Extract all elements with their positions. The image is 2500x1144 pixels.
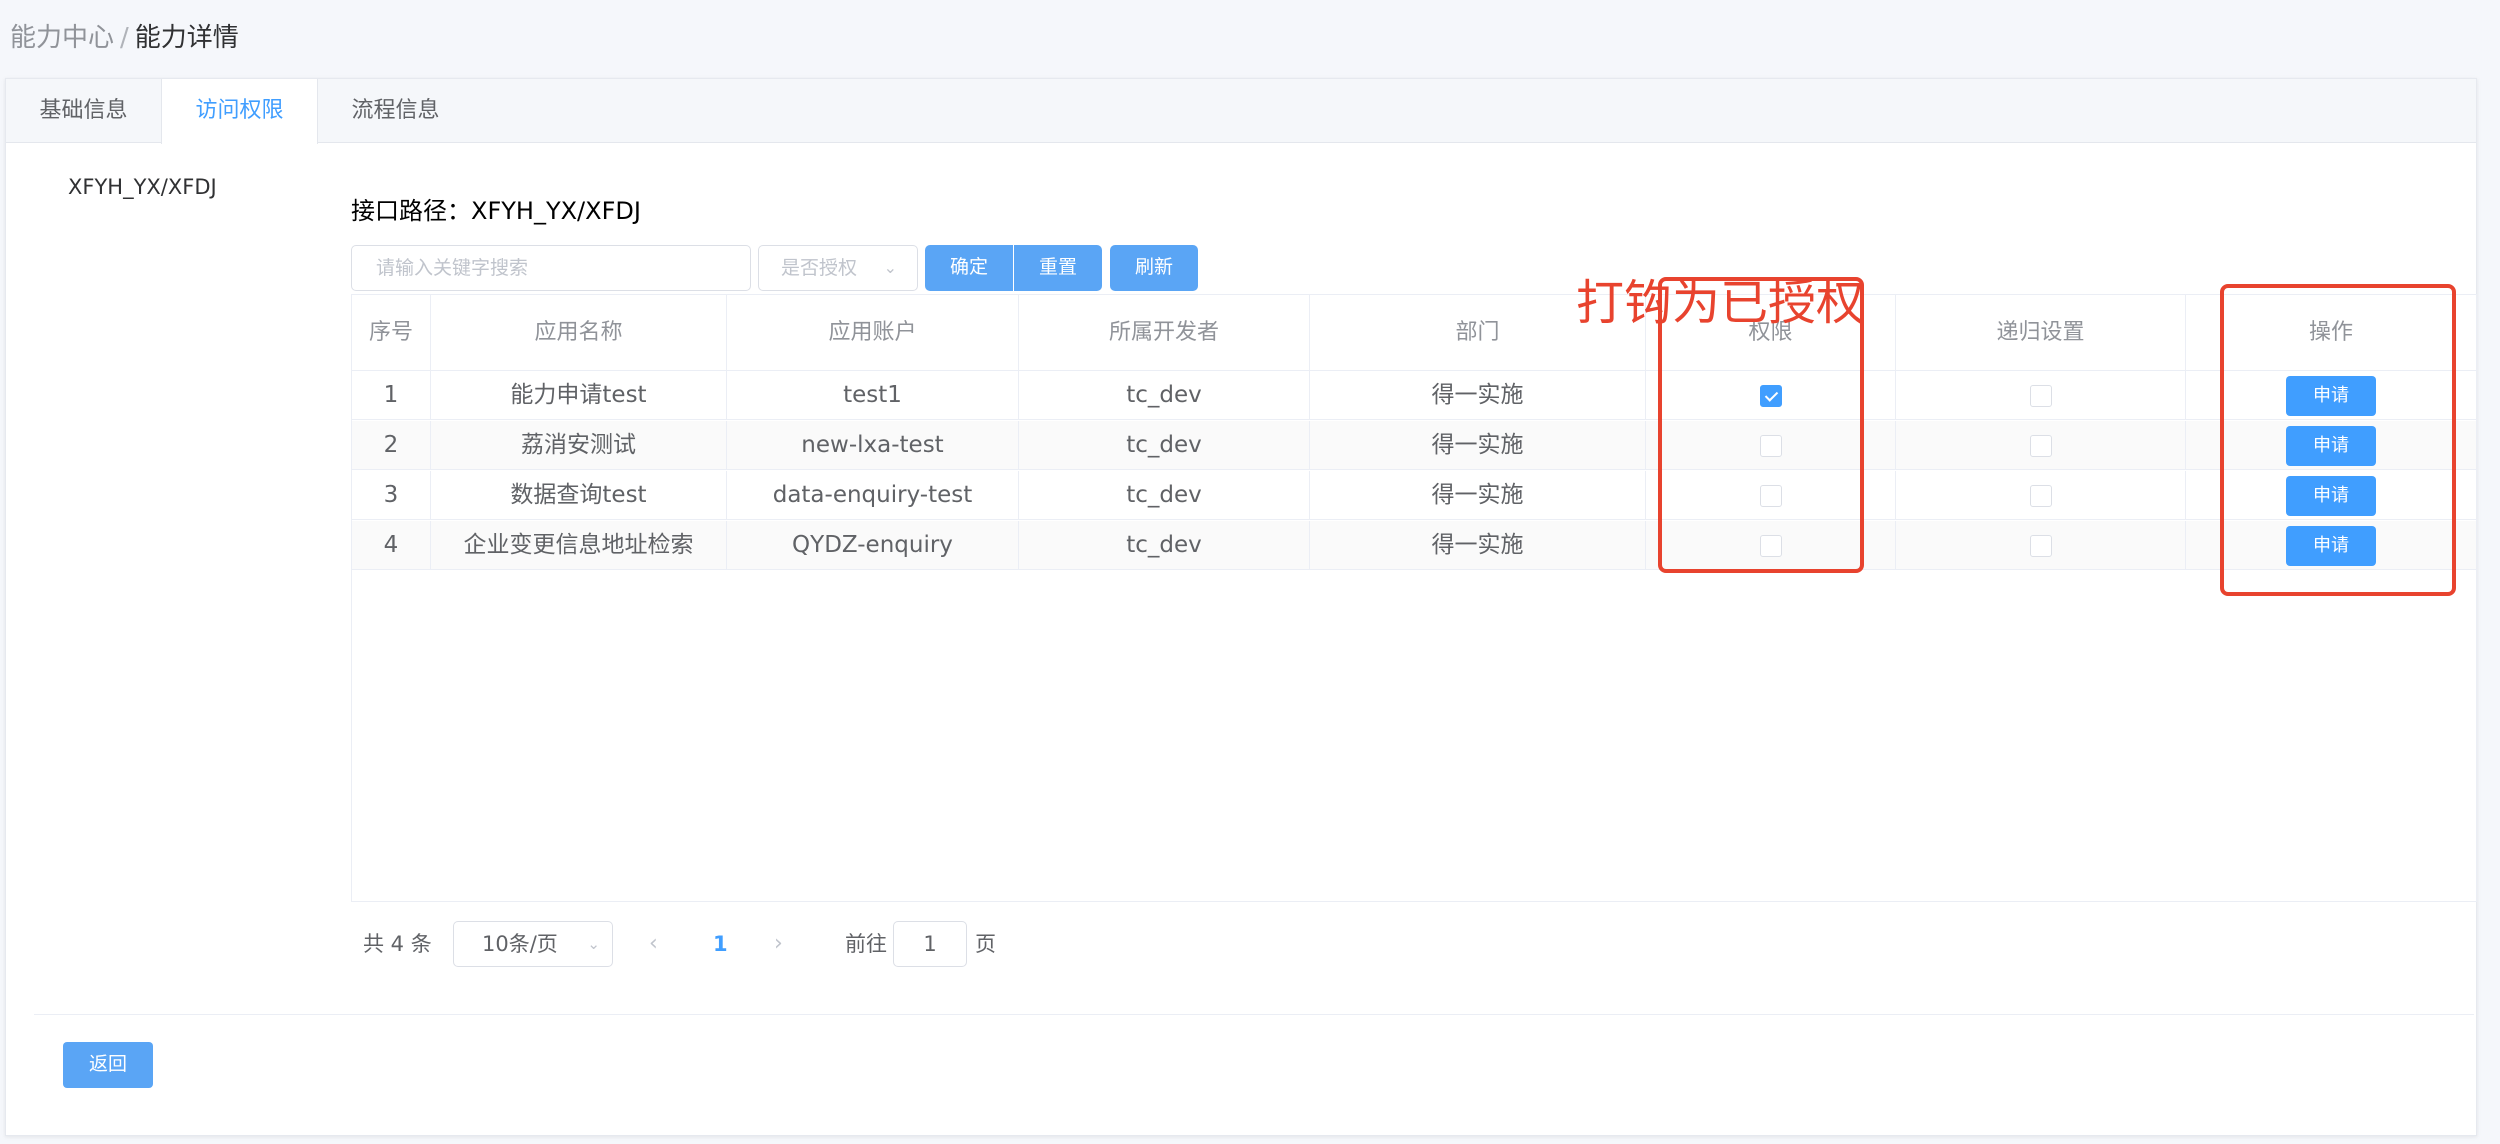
header-developer: 所属开发者	[1019, 295, 1310, 371]
prev-page-icon[interactable]: ‹	[649, 921, 658, 967]
auth-select-placeholder: 是否授权	[781, 257, 858, 279]
tab-basic-info[interactable]: 基础信息	[6, 79, 161, 143]
detail-panel: 基础信息 访问权限 流程信息 XFYH_YX/XFDJ 接口路径：XFYH_YX…	[5, 78, 2477, 1136]
breadcrumb: 能力中心 / 能力详情	[10, 18, 239, 58]
header-account: 应用账户	[727, 295, 1019, 371]
tab-access-permission[interactable]: 访问权限	[161, 79, 318, 144]
divider	[34, 1014, 2474, 1015]
search-input[interactable]	[351, 245, 751, 291]
reset-button[interactable]: 重置	[1014, 245, 1102, 291]
cell-index: 4	[352, 521, 431, 570]
cell-app-name: 能力申请test	[431, 371, 727, 420]
cell-dept: 得一实施	[1310, 521, 1646, 570]
breadcrumb-current: 能力详情	[134, 23, 239, 53]
page-size-value: 10条/页	[482, 932, 558, 956]
recursive-checkbox[interactable]	[2029, 534, 2052, 557]
next-page-icon[interactable]: ›	[774, 921, 783, 967]
cell-developer: tc_dev	[1019, 371, 1310, 420]
table-row: 2 荔消安测试 new-lxa-test tc_dev 得一实施 申请	[352, 421, 2476, 470]
annotation-box-permission	[1658, 277, 1864, 573]
tab-process-info[interactable]: 流程信息	[318, 79, 473, 143]
goto-label: 前往	[845, 932, 887, 956]
cell-app-name: 荔消安测试	[431, 421, 727, 470]
cell-recursive	[1896, 521, 2186, 570]
cell-dept: 得一实施	[1310, 421, 1646, 470]
recursive-checkbox[interactable]	[2029, 484, 2052, 507]
table-row: 4 企业变更信息地址检索 QYDZ-enquiry tc_dev 得一实施 申请	[352, 521, 2476, 570]
cell-developer: tc_dev	[1019, 521, 1310, 570]
cell-account: new-lxa-test	[727, 421, 1019, 470]
table-row: 3 数据查询test data-enquiry-test tc_dev 得一实施 申请	[352, 471, 2476, 520]
back-button[interactable]: 返回	[63, 1042, 153, 1088]
cell-account: test1	[727, 371, 1019, 420]
confirm-button[interactable]: 确定	[925, 245, 1013, 291]
cell-recursive	[1896, 421, 2186, 470]
annotation-box-action	[2220, 284, 2456, 596]
recursive-checkbox[interactable]	[2029, 384, 2052, 407]
table-header: 序号 应用名称 应用账户 所属开发者 部门 权限 递归设置 操作	[352, 295, 2476, 371]
cell-index: 1	[352, 371, 431, 420]
side-path-item[interactable]: XFYH_YX/XFDJ	[68, 175, 217, 199]
cell-recursive	[1896, 371, 2186, 420]
permission-table: 序号 应用名称 应用账户 所属开发者 部门 权限 递归设置 操作 1 能力申请te…	[351, 294, 2477, 902]
table-row: 1 能力申请test test1 tc_dev 得一实施 申请	[352, 371, 2476, 420]
recursive-checkbox[interactable]	[2029, 434, 2052, 457]
cell-account: data-enquiry-test	[727, 471, 1019, 520]
tab-bar: 基础信息 访问权限 流程信息	[6, 79, 2476, 144]
cell-account: QYDZ-enquiry	[727, 521, 1019, 570]
page-size-select[interactable]: 10条/页 ⌄	[453, 921, 613, 967]
cell-index: 2	[352, 421, 431, 470]
cell-developer: tc_dev	[1019, 471, 1310, 520]
header-index: 序号	[352, 295, 431, 371]
cell-dept: 得一实施	[1310, 371, 1646, 420]
cell-developer: tc_dev	[1019, 421, 1310, 470]
cell-app-name: 企业变更信息地址检索	[431, 521, 727, 570]
pagination-total: 共 4 条	[363, 932, 432, 956]
cell-dept: 得一实施	[1310, 471, 1646, 520]
chevron-down-icon: ⌄	[883, 258, 897, 277]
goto-page-input[interactable]	[893, 921, 967, 967]
breadcrumb-parent[interactable]: 能力中心	[10, 23, 114, 53]
page-number-current[interactable]: 1	[713, 921, 728, 967]
header-recursive: 递归设置	[1896, 295, 2186, 371]
chevron-down-icon: ⌄	[587, 935, 600, 953]
header-app-name: 应用名称	[431, 295, 727, 371]
cell-index: 3	[352, 471, 431, 520]
cell-recursive	[1896, 471, 2186, 520]
breadcrumb-separator: /	[120, 23, 129, 53]
page-suffix: 页	[975, 932, 996, 956]
cell-app-name: 数据查询test	[431, 471, 727, 520]
auth-select[interactable]: 是否授权 ⌄	[758, 245, 918, 291]
api-path-label: 接口路径：XFYH_YX/XFDJ	[351, 197, 641, 225]
refresh-button[interactable]: 刷新	[1110, 245, 1198, 291]
